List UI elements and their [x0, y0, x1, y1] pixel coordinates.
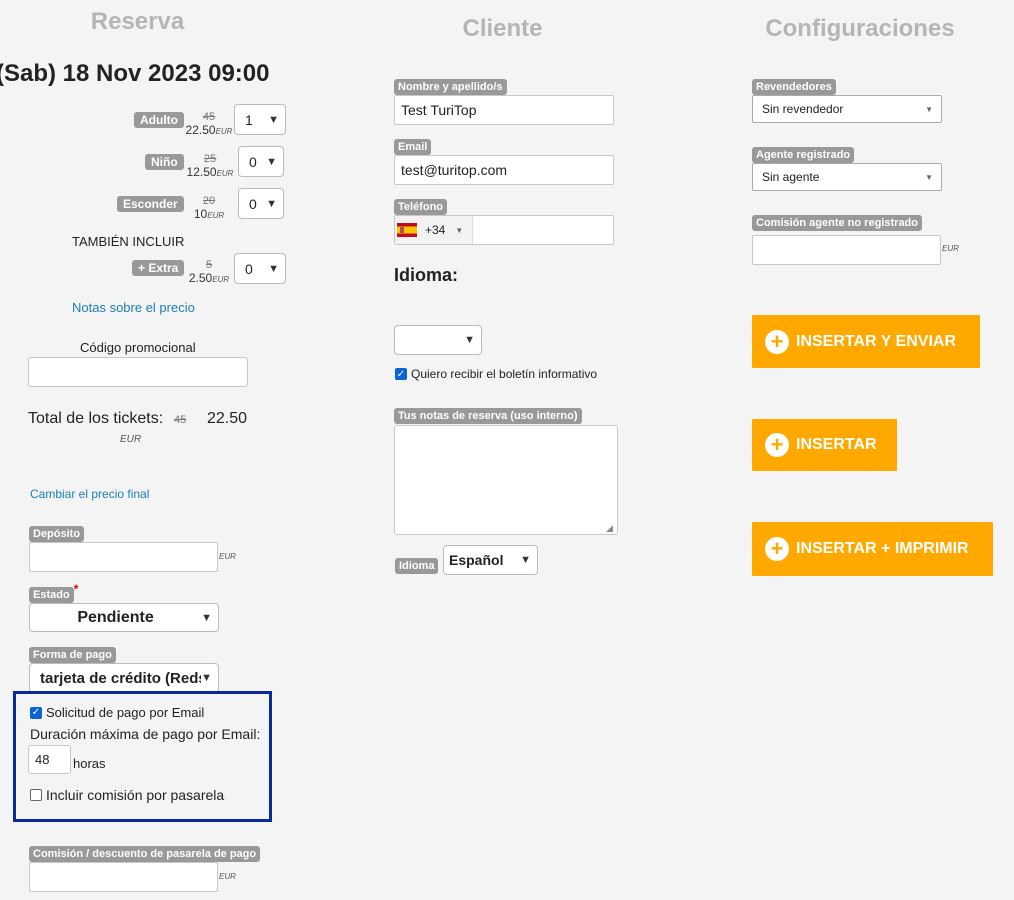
column-title-cliente: Cliente — [462, 15, 543, 42]
chevron-down-icon: ▼ — [268, 262, 279, 275]
unregistered-agent-commission-input[interactable] — [752, 235, 941, 265]
ticket-nino-qty-select[interactable]: 0 ▼ — [238, 146, 284, 177]
ticket-esconder-price: 20 10EUR — [193, 195, 225, 221]
caret-down-icon: ▼ — [925, 104, 933, 114]
registered-agent-label: Agente registrado — [752, 145, 855, 163]
client-email-input[interactable]: test@turitop.com — [394, 155, 614, 185]
client-phone-input[interactable]: +34 ▼ — [394, 215, 614, 245]
client-email-label: Email — [394, 137, 432, 155]
email-payment-option[interactable]: ✓ Solicitud de pago por Email — [30, 705, 204, 720]
chevron-down-icon: ▼ — [464, 334, 475, 346]
gateway-fee-option[interactable]: Incluir comisión por pasarela — [30, 787, 224, 803]
total-label: Total de los tickets: — [28, 410, 164, 427]
caret-down-icon: ▼ — [455, 225, 464, 235]
chevron-down-icon: ▼ — [266, 155, 277, 168]
total-value: 22.50 — [207, 410, 248, 427]
insert-and-print-button[interactable]: + INSERTAR + IMPRIMIR — [752, 522, 993, 576]
plus-circle-icon: + — [765, 329, 789, 354]
required-marker: * — [73, 582, 79, 596]
caret-down-icon: ▼ — [925, 172, 933, 182]
insert-button[interactable]: + INSERTAR — [752, 419, 897, 471]
plus-circle-icon: + — [765, 433, 789, 457]
also-include-label: TAMBIÉN INCLUIR — [72, 234, 185, 249]
ticket-adulto-label: Adulto — [134, 111, 184, 129]
client-name-label: Nombre y apellido/s — [394, 77, 507, 95]
extra-price: 5 2.50EUR — [188, 259, 230, 285]
booking-notes-label: Tus notas de reserva (uso interno) — [394, 406, 582, 424]
commission-currency: EUR — [942, 244, 959, 253]
extra-label: + Extra — [132, 259, 185, 277]
client-name-input[interactable]: Test TuriTop — [394, 95, 614, 125]
chevron-down-icon: ▼ — [268, 113, 279, 126]
language-select-secondary[interactable]: Español ▼ — [443, 545, 538, 575]
newsletter-option[interactable]: ✓ Quiero recibir el boletín informativo — [395, 367, 597, 381]
price-notes-link[interactable]: Notas sobre el precio — [72, 300, 195, 315]
promo-code-label: Código promocional — [80, 340, 196, 355]
ticket-nino-label: Niño — [145, 153, 184, 171]
deposit-label: Depósito — [29, 524, 85, 542]
change-price-link[interactable]: Cambiar el precio final — [30, 487, 149, 501]
ticket-adulto-price: 45 22.50EUR — [185, 111, 233, 137]
status-select[interactable]: Pendiente ▼ — [29, 603, 219, 632]
max-duration-input[interactable]: 48 — [28, 745, 71, 774]
email-payment-checkbox[interactable]: ✓ — [30, 706, 42, 719]
gateway-discount-label: Comisión / descuento de pasarela de pago — [29, 844, 261, 862]
hours-label: horas — [73, 756, 106, 771]
gateway-fee-label: Incluir comisión por pasarela — [46, 787, 225, 803]
unregistered-agent-commission-label: Comisión agente no registrado — [752, 213, 922, 231]
total-old-price: 45 — [174, 414, 187, 426]
max-duration-label: Duración máxima de pago por Email: — [30, 726, 261, 742]
gateway-discount-input[interactable] — [29, 862, 218, 892]
status-label: Estado * — [29, 582, 79, 603]
chevron-down-icon: ▼ — [201, 672, 212, 684]
ticket-esconder-label: Esconder — [117, 195, 184, 213]
ticket-adulto-qty-select[interactable]: 1 ▼ — [234, 104, 286, 135]
email-payment-label: Solicitud de pago por Email — [46, 705, 205, 720]
deposit-input[interactable] — [29, 542, 218, 572]
resize-handle-icon[interactable]: ◢ — [606, 523, 613, 534]
language-tag: Idioma — [395, 556, 439, 574]
ticket-nino-price: 25 12.50EUR — [186, 153, 234, 179]
payment-method-select[interactable]: tarjeta de crédito (Reds ▼ — [29, 663, 219, 693]
booking-notes-textarea[interactable] — [394, 425, 618, 535]
resellers-select[interactable]: Sin revendedor ▼ — [752, 95, 942, 123]
spain-flag-icon — [397, 223, 417, 237]
ticket-esconder-qty-select[interactable]: 0 ▼ — [238, 188, 284, 219]
registered-agent-select[interactable]: Sin agente ▼ — [752, 163, 942, 191]
language-heading: Idioma: — [394, 265, 459, 285]
column-title-reserva: Reserva — [90, 8, 185, 35]
gateway-fee-checkbox[interactable] — [30, 789, 42, 801]
client-phone-label: Teléfono — [394, 197, 448, 215]
chevron-down-icon: ▼ — [520, 554, 531, 566]
extra-qty-select[interactable]: 0 ▼ — [234, 253, 286, 284]
newsletter-checkbox[interactable]: ✓ — [395, 368, 407, 380]
chevron-down-icon: ▼ — [266, 197, 277, 210]
resellers-label: Revendedores — [752, 77, 836, 95]
total-currency: EUR — [120, 434, 142, 445]
insert-and-send-button[interactable]: + INSERTAR Y ENVIAR — [752, 315, 980, 368]
gateway-discount-currency: EUR — [219, 872, 236, 881]
chevron-down-icon: ▼ — [201, 611, 212, 624]
promo-code-input[interactable] — [28, 357, 248, 387]
country-code-select[interactable]: +34 ▼ — [395, 216, 473, 244]
newsletter-label: Quiero recibir el boletín informativo — [411, 367, 598, 381]
language-select[interactable]: ▼ — [394, 325, 482, 355]
booking-date: (Sab) 18 Nov 2023 09:00 — [0, 60, 270, 87]
column-title-configuraciones: Configuraciones — [765, 15, 955, 42]
plus-circle-icon: + — [765, 537, 789, 561]
payment-method-label: Forma de pago — [29, 645, 116, 663]
deposit-currency: EUR — [219, 552, 236, 561]
